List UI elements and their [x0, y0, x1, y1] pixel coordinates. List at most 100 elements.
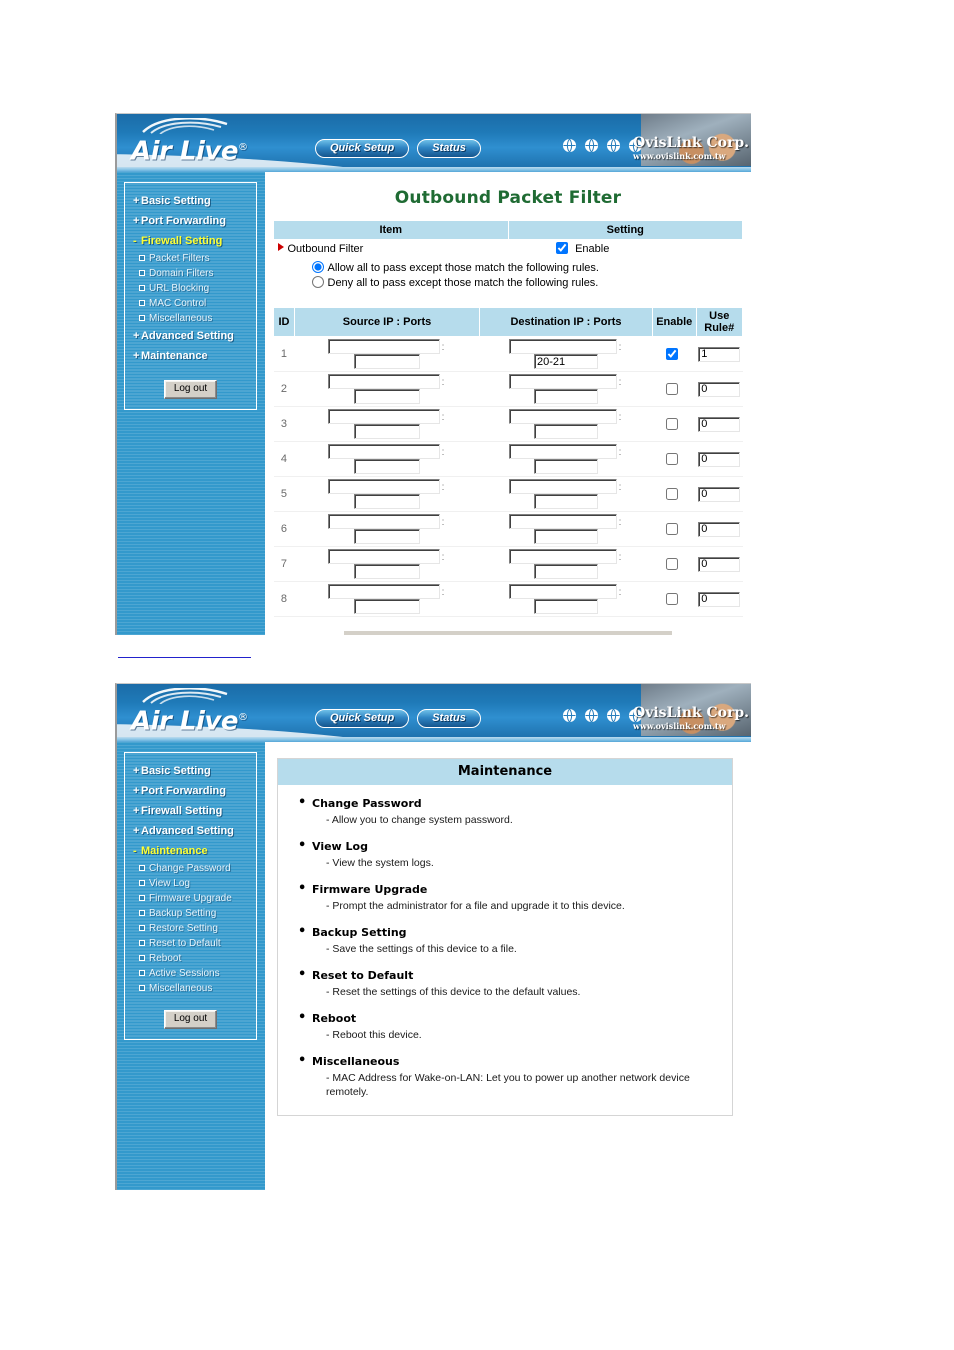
source-ports-input[interactable] [354, 529, 421, 544]
destination-ip-input[interactable] [508, 514, 617, 529]
source-ports-input[interactable] [354, 494, 421, 509]
sidebar-subitem-miscellaneous[interactable]: Miscellaneous [125, 311, 256, 326]
globe-icon [562, 138, 577, 153]
source-cell: : [294, 371, 480, 407]
rule-id: 7 [273, 546, 295, 582]
source-ports-input[interactable] [354, 564, 421, 579]
sidebar-subitem-firmware-upgrade[interactable]: Firmware Upgrade [125, 891, 256, 906]
source-ip-input[interactable] [327, 514, 440, 529]
destination-ip-input[interactable] [508, 339, 617, 354]
rule-enable-checkbox[interactable] [666, 557, 679, 570]
source-ip-input[interactable] [327, 549, 440, 564]
sidebar-item-firewall-setting[interactable]: - Firewall Setting [125, 231, 256, 251]
logout-button[interactable]: Log out [163, 1010, 218, 1029]
table-row: 7:: [273, 546, 743, 582]
use-rule-input[interactable] [698, 486, 741, 502]
enable-cell [652, 511, 697, 547]
destination-cell: : [479, 406, 653, 442]
source-ip-input[interactable] [327, 479, 440, 494]
outbound-filter-enable-checkbox[interactable] [556, 242, 568, 254]
source-ip-input[interactable] [327, 444, 440, 459]
destination-ports-input[interactable] [534, 354, 599, 369]
use-rule-input[interactable] [698, 521, 741, 537]
use-rule-input[interactable] [698, 416, 741, 432]
source-ip-input[interactable] [327, 584, 440, 599]
sidebar-subitem-mac-control[interactable]: MAC Control [125, 296, 256, 311]
help-description: - Allow you to change system password. [326, 814, 513, 826]
destination-ports-input[interactable] [534, 494, 599, 509]
globe-icon-group [562, 138, 643, 153]
radio-deny-all[interactable]: Deny all to pass except those match the … [311, 276, 598, 289]
destination-ports-input[interactable] [534, 424, 599, 439]
sidebar-subitem-url-blocking[interactable]: URL Blocking [125, 281, 256, 296]
sidebar-item-port-forwarding[interactable]: + Port Forwarding [125, 781, 256, 801]
quick-setup-button[interactable]: Quick Setup [315, 139, 410, 158]
sidebar-subitem-view-log[interactable]: View Log [125, 876, 256, 891]
destination-ip-input[interactable] [508, 374, 617, 389]
sidebar-item-maintenance[interactable]: + Maintenance [125, 346, 256, 366]
destination-ip-input[interactable] [508, 444, 617, 459]
logout-button[interactable]: Log out [163, 380, 218, 399]
source-ip-input[interactable] [327, 339, 440, 354]
source-ports-input[interactable] [354, 354, 421, 369]
destination-ip-input[interactable] [508, 549, 617, 564]
source-ports-input[interactable] [354, 389, 421, 404]
colon-separator: : [441, 516, 445, 528]
sidebar-subitem-reset-to-default[interactable]: Reset to Default [125, 936, 256, 951]
destination-ip-input[interactable] [508, 409, 617, 424]
sidebar-subitem-packet-filters[interactable]: Packet Filters [125, 251, 256, 266]
source-ports-input[interactable] [354, 424, 421, 439]
sidebar-subitem-reboot[interactable]: Reboot [125, 951, 256, 966]
rule-enable-checkbox[interactable] [666, 417, 679, 430]
destination-ip-input[interactable] [508, 479, 617, 494]
status-button[interactable]: Status [417, 139, 481, 158]
radio-allow-all-input[interactable] [311, 261, 324, 273]
sidebar-item-label: Basic Setting [141, 765, 211, 777]
sidebar-subitem-restore-setting[interactable]: Restore Setting [125, 921, 256, 936]
sidebar-subitem-backup-setting[interactable]: Backup Setting [125, 906, 256, 921]
empty-hyperlink-rule[interactable] [118, 657, 251, 658]
enable-cell [652, 546, 697, 582]
use-rule-input[interactable] [698, 346, 741, 362]
sidebar-subitem-miscellaneous[interactable]: Miscellaneous [125, 981, 256, 996]
sidebar-item-advanced-setting[interactable]: + Advanced Setting [125, 326, 256, 346]
destination-ports-input[interactable] [534, 389, 599, 404]
sidebar-subitem-active-sessions[interactable]: Active Sessions [125, 966, 256, 981]
use-rule-input[interactable] [698, 591, 741, 607]
source-ip-input[interactable] [327, 374, 440, 389]
rule-enable-checkbox[interactable] [666, 347, 679, 360]
sidebar-item-port-forwarding[interactable]: + Port Forwarding [125, 211, 256, 231]
status-button[interactable]: Status [417, 709, 481, 728]
sidebar-item-advanced-setting[interactable]: + Advanced Setting [125, 821, 256, 841]
destination-ports-input[interactable] [534, 564, 599, 579]
rule-enable-checkbox[interactable] [666, 592, 679, 605]
destination-ports-input[interactable] [534, 529, 599, 544]
source-ports-input[interactable] [354, 459, 421, 474]
rule-enable-checkbox[interactable] [666, 487, 679, 500]
sidebar-subitem-change-password[interactable]: Change Password [125, 861, 256, 876]
airlive-logo: Air Live® [131, 118, 248, 166]
use-rule-input[interactable] [698, 451, 741, 467]
sidebar-item-basic-setting[interactable]: + Basic Setting [125, 761, 256, 781]
bullet-arrow-icon [277, 242, 284, 251]
sidebar-item-basic-setting[interactable]: + Basic Setting [125, 191, 256, 211]
help-term: Reset to Default [292, 968, 722, 983]
source-ports-input[interactable] [354, 599, 421, 614]
use-rule-input[interactable] [698, 556, 741, 572]
destination-ip-input[interactable] [508, 584, 617, 599]
colon-separator: : [618, 516, 622, 528]
sidebar-subitem-domain-filters[interactable]: Domain Filters [125, 266, 256, 281]
radio-deny-all-input[interactable] [311, 276, 324, 288]
rule-enable-checkbox[interactable] [666, 522, 679, 535]
source-ip-input[interactable] [327, 409, 440, 424]
sidebar-item-firewall-setting[interactable]: + Firewall Setting [125, 801, 256, 821]
schedule-bar: Schedule rule (00)Always Copy to ID -- [343, 631, 673, 635]
destination-ports-input[interactable] [534, 459, 599, 474]
destination-ports-input[interactable] [534, 599, 599, 614]
radio-allow-all[interactable]: Allow all to pass except those match the… [311, 261, 599, 274]
sidebar-item-maintenance[interactable]: - Maintenance [125, 841, 256, 861]
rule-enable-checkbox[interactable] [666, 382, 679, 395]
quick-setup-button[interactable]: Quick Setup [315, 709, 410, 728]
use-rule-input[interactable] [698, 381, 741, 397]
rule-enable-checkbox[interactable] [666, 452, 679, 465]
